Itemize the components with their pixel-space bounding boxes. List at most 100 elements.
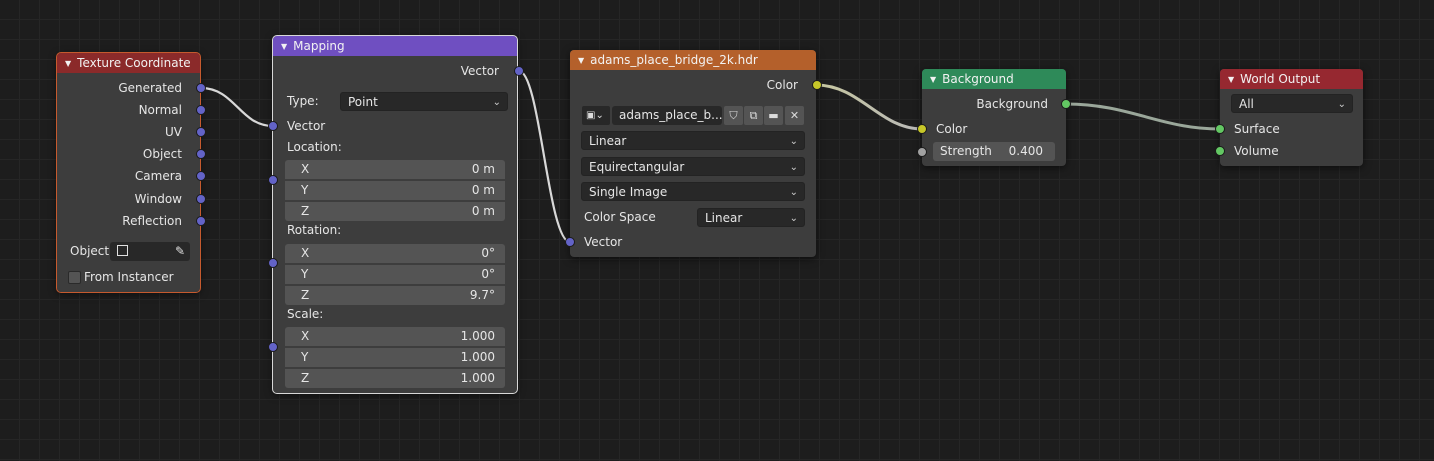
collapse-triangle-icon[interactable]: ▼	[65, 59, 71, 68]
vector-output-socket[interactable]	[514, 66, 524, 76]
socket-label: Color	[766, 78, 798, 92]
projection-dropdown[interactable]: Equirectangular ⌄	[581, 157, 805, 176]
fake-user-shield-icon[interactable]: ⛉	[724, 106, 743, 125]
collapse-triangle-icon[interactable]: ▼	[281, 42, 287, 51]
source-dropdown[interactable]: Single Image ⌄	[581, 182, 805, 201]
from-instancer-row[interactable]: From Instancer	[57, 267, 200, 287]
rotation-socket[interactable]	[268, 258, 278, 268]
background-output-socket[interactable]	[1061, 99, 1071, 109]
dropdown-value: Single Image	[589, 185, 668, 199]
field-value: 1.000	[460, 371, 495, 385]
socket-label: Generated	[118, 81, 182, 95]
target-dropdown[interactable]: All ⌄	[1231, 94, 1353, 113]
location-fields: X 0 m Y 0 m Z 0 m	[285, 160, 505, 221]
color-input-row: Color	[922, 119, 1066, 139]
close-icon[interactable]: ✕	[785, 106, 804, 125]
socket-label: Camera	[134, 169, 182, 183]
field-value: 0 m	[471, 183, 495, 197]
surface-input-socket[interactable]	[1215, 124, 1225, 134]
axis-label: X	[301, 162, 310, 176]
rotation-y[interactable]: Y 0°	[285, 265, 505, 284]
camera-socket[interactable]	[196, 171, 206, 181]
dropdown-value: Linear	[589, 134, 627, 148]
mapping-node[interactable]: ▼ Mapping Vector Type: Point ⌄ Vector Loc…	[268, 35, 524, 394]
color-space-dropdown[interactable]: Linear ⌄	[697, 208, 805, 227]
reflection-socket[interactable]	[196, 216, 206, 226]
scale-x[interactable]: X 1.000	[285, 327, 505, 346]
object-field[interactable]: ✎	[110, 242, 190, 261]
collapse-triangle-icon[interactable]: ▼	[930, 75, 936, 84]
vector-input-socket[interactable]	[268, 121, 278, 131]
location-y[interactable]: Y 0 m	[285, 181, 505, 200]
rotation-z[interactable]: Z 9.7°	[285, 286, 505, 305]
eyedropper-icon[interactable]: ✎	[175, 242, 185, 261]
dropdown-value: Linear	[705, 211, 743, 225]
color-space-label: Color Space	[584, 210, 656, 224]
environment-texture-node[interactable]: ▼ adams_place_bridge_2k.hdr Color ▣⌄ adam…	[565, 50, 822, 257]
node-title: Texture Coordinate	[77, 56, 191, 70]
background-header[interactable]: ▼ Background	[922, 69, 1066, 89]
background-output-row: Background	[922, 94, 1066, 114]
strength-label: Strength	[940, 144, 992, 158]
interpolation-dropdown[interactable]: Linear ⌄	[581, 131, 805, 150]
texture-coordinate-header[interactable]: ▼ Texture Coordinate	[57, 53, 200, 73]
collapse-triangle-icon[interactable]: ▼	[1228, 75, 1234, 84]
vector-input-row: Vector	[570, 232, 816, 252]
world-output-header[interactable]: ▼ World Output	[1220, 69, 1363, 89]
scale-socket[interactable]	[268, 342, 278, 352]
background-node[interactable]: ▼ Background Background Color Strength 0.…	[917, 69, 1071, 166]
location-x[interactable]: X 0 m	[285, 160, 505, 179]
object-socket[interactable]	[196, 149, 206, 159]
scale-y[interactable]: Y 1.000	[285, 348, 505, 367]
folder-icon[interactable]: ▬	[764, 106, 783, 125]
socket-label: Background	[976, 97, 1048, 111]
axis-label: X	[301, 246, 310, 260]
scale-z[interactable]: Z 1.000	[285, 369, 505, 388]
axis-label: Z	[301, 288, 310, 302]
field-value: 0°	[481, 246, 495, 260]
socket-label: Vector	[584, 235, 623, 249]
collapse-triangle-icon[interactable]: ▼	[578, 56, 584, 65]
world-output-node[interactable]: ▼ World Output All ⌄ Surface Volume	[1215, 69, 1363, 166]
color-input-socket[interactable]	[917, 124, 927, 134]
chevron-down-icon: ⌄	[1337, 99, 1346, 110]
output-normal: Normal	[57, 100, 200, 120]
output-generated: Generated	[57, 78, 200, 98]
uv-socket[interactable]	[196, 127, 206, 137]
strength-field[interactable]: Strength 0.400	[933, 142, 1055, 161]
chevron-down-icon: ⌄	[789, 162, 798, 173]
field-value: 1.000	[460, 350, 495, 364]
vector-output-row: Vector	[273, 61, 517, 81]
color-output-socket[interactable]	[812, 80, 822, 90]
image-type-icon[interactable]: ▣⌄	[582, 106, 610, 125]
from-instancer-label: From Instancer	[84, 270, 174, 284]
location-z[interactable]: Z 0 m	[285, 202, 505, 221]
scale-fields: X 1.000 Y 1.000 Z 1.000	[285, 327, 505, 388]
duplicate-icon[interactable]: ⧉	[744, 106, 763, 125]
axis-label: Y	[301, 350, 309, 364]
object-label: Object	[70, 244, 110, 258]
mapping-header[interactable]: ▼ Mapping	[273, 36, 517, 56]
texture-coordinate-node[interactable]: ▼ Texture Coordinate Generated Normal UV …	[56, 52, 206, 293]
image-name-field[interactable]: adams_place_b...	[612, 106, 722, 125]
link-generated-to-vector	[199, 86, 275, 128]
field-value: 9.7°	[469, 288, 495, 302]
location-socket[interactable]	[268, 175, 278, 185]
strength-input-socket[interactable]	[917, 147, 927, 157]
environment-texture-header[interactable]: ▼ adams_place_bridge_2k.hdr	[570, 50, 816, 70]
volume-input-socket[interactable]	[1215, 146, 1225, 156]
window-socket[interactable]	[196, 194, 206, 204]
socket-label: Normal	[138, 103, 182, 117]
output-reflection: Reflection	[57, 211, 200, 231]
type-row: Type: Point ⌄	[273, 91, 517, 111]
generated-socket[interactable]	[196, 83, 206, 93]
vector-input-socket[interactable]	[565, 237, 575, 247]
socket-label: Vector	[460, 64, 499, 78]
rotation-x[interactable]: X 0°	[285, 244, 505, 263]
from-instancer-checkbox[interactable]	[68, 271, 81, 284]
type-dropdown[interactable]: Point ⌄	[340, 92, 508, 111]
scale-label: Scale:	[287, 307, 324, 321]
normal-socket[interactable]	[196, 105, 206, 115]
socket-label: UV	[165, 125, 182, 139]
axis-label: Y	[301, 267, 309, 281]
